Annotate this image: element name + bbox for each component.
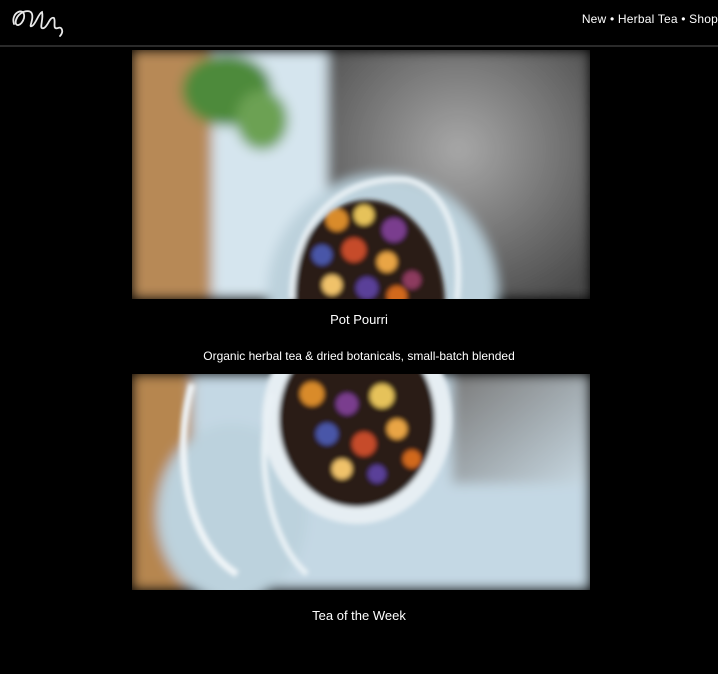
logo-script-icon [12,10,64,37]
tea-jar-top-view-photo [132,50,590,299]
tea-jar-side-view-photo [132,374,590,590]
photo-2-caption: Tea of the Week [312,608,406,623]
photo-1-caption: Pot Pourri [330,312,388,327]
brand-logo[interactable] [8,2,70,38]
tagline: Organic herbal tea & dried botanicals, s… [203,349,515,363]
header-divider [0,45,718,47]
top-nav-links[interactable]: New • Herbal Tea • Shop [582,12,718,26]
tea-jar-photo-1[interactable] [132,50,590,299]
tea-jar-photo-2[interactable] [132,374,590,590]
top-bar: New • Herbal Tea • Shop [0,0,718,44]
